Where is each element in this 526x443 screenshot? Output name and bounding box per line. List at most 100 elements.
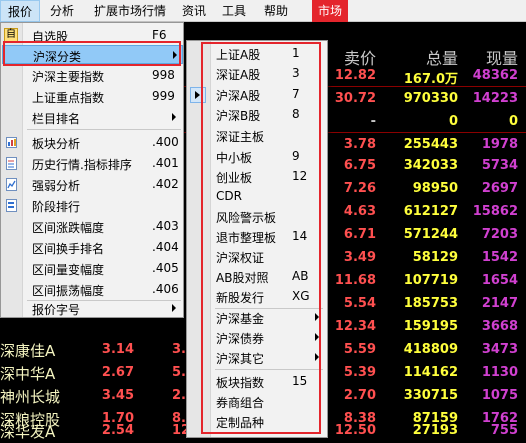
submenu-item-label: 板块指数 — [216, 376, 265, 390]
submenu-item-ab-compare[interactable]: AB股对照 AB — [188, 267, 327, 287]
submenu-item-label: 沪深债券 — [216, 332, 265, 346]
menu-item-range-volume[interactable]: 区间量变幅度 .405 — [2, 259, 183, 278]
current-volume: 1654 — [481, 273, 518, 288]
menu-item-font-size[interactable]: 报价字号 — [2, 299, 183, 318]
menu-item-self-selected[interactable]: 自 自选股 F6 — [2, 26, 183, 45]
menu-item-column-rank[interactable]: 栏目排名 — [2, 108, 183, 127]
submenu-item-sz-main[interactable]: 深证主板 — [188, 126, 327, 146]
total-volume: 159195 — [403, 319, 458, 334]
sell-price: 7.26 — [343, 181, 376, 196]
submenu-item-sh-a[interactable]: 上证A股 1 — [188, 44, 327, 64]
menu-separator — [215, 369, 323, 370]
sell-price: 30.72 — [334, 91, 376, 106]
total-volume: 114162 — [403, 365, 458, 380]
submenu-item-shortcut: 1 — [292, 46, 300, 60]
submenu-item-label: 退市整理板 — [216, 231, 277, 245]
sector-analysis-icon — [6, 137, 17, 148]
menu-extended-market[interactable]: 扩展市场行情 — [84, 0, 176, 22]
submenu-item-label: 沪深A股 — [216, 89, 261, 103]
submenu-item-risk-warning[interactable]: 风险警示板 — [188, 207, 327, 227]
submenu-arrow-icon — [315, 333, 319, 341]
submenu-item-label: 沪深B股 — [216, 109, 261, 123]
submenu-item-ipo[interactable]: 新股发行 XG — [188, 287, 327, 307]
menu-item-shortcut: .406 — [152, 282, 179, 296]
submenu-item-sme[interactable]: 中小板 9 — [188, 147, 327, 167]
menu-item-main-index[interactable]: 沪深主要指数 998 — [2, 66, 183, 85]
current-volume: 1075 — [481, 388, 518, 403]
selfselect-icon: 自 — [4, 28, 18, 42]
menu-item-range-oscillation[interactable]: 区间振荡幅度 .406 — [2, 280, 183, 299]
stock-price: 3.45 — [101, 388, 134, 403]
submenu-item-sz-a[interactable]: 深证A股 3 — [188, 64, 327, 84]
submenu-item-shortcut: 14 — [292, 229, 308, 243]
sell-price: 6.71 — [343, 227, 376, 242]
menu-item-sh-key-index[interactable]: 上证重点指数 999 — [2, 87, 183, 106]
total-volume: 342033 — [403, 158, 458, 173]
menu-item-shortcut: .405 — [152, 261, 179, 275]
submenu-item-others[interactable]: 沪深其它 — [188, 348, 327, 368]
menu-item-label: 区间振荡幅度 — [32, 284, 105, 298]
submenu-item-sector-index[interactable]: 板块指数 15 — [188, 372, 327, 392]
total-volume: 330715 — [403, 388, 458, 403]
submenu-item-warrants[interactable]: 沪深权证 — [188, 247, 327, 267]
menu-item-label: 沪深分类 — [33, 50, 82, 64]
menu-item-shortcut: 999 — [152, 89, 175, 103]
submenu-item-funds[interactable]: 沪深基金 — [188, 308, 327, 328]
menu-item-label: 沪深主要指数 — [32, 70, 105, 84]
total-volume: 98950 — [412, 181, 458, 196]
menu-item-label: 上证重点指数 — [32, 91, 105, 105]
stock-price: 2.54 — [101, 423, 134, 438]
sell-price: 12.82 — [334, 68, 376, 83]
submenu-item-bonds[interactable]: 沪深债券 — [188, 328, 327, 348]
history-icon — [6, 157, 17, 170]
sell-price: 4.63 — [343, 204, 376, 219]
sell-price: 5.59 — [343, 342, 376, 357]
stage-rank-icon — [6, 199, 17, 212]
submenu-item-shortcut: 9 — [292, 149, 300, 163]
menu-item-history[interactable]: 历史行情.指标排序 .401 — [2, 154, 183, 173]
menu-item-sector-analysis[interactable]: 板块分析 .400 — [2, 133, 183, 152]
menu-item-range-turnover[interactable]: 区间换手排名 .404 — [2, 238, 183, 257]
submenu-item-broker-portfolio[interactable]: 券商组合 — [188, 392, 327, 412]
submenu-item-label: 深证主板 — [216, 130, 265, 144]
total-volume: 27193 — [412, 423, 458, 438]
current-volume: 2147 — [481, 296, 518, 311]
menu-item-range-change[interactable]: 区间涨跌幅度 .403 — [2, 217, 183, 236]
submenu-item-chinext[interactable]: 创业板 12 — [188, 167, 327, 187]
menu-item-shortcut: .400 — [152, 135, 179, 149]
menu-news[interactable]: 资讯 — [176, 0, 212, 22]
submenu-item-cdr[interactable]: CDR — [188, 187, 327, 207]
sell-price: 3.49 — [343, 250, 376, 265]
sell-price: 2.70 — [343, 388, 376, 403]
submenu-item-hs-a[interactable]: 沪深A股 7 — [188, 85, 327, 105]
current-volume: 5734 — [481, 158, 518, 173]
submenu-item-label: AB股对照 — [216, 271, 269, 285]
submenu-arrow-icon — [172, 304, 176, 312]
menu-item-strength[interactable]: 强弱分析 .402 — [2, 175, 183, 194]
menu-analysis[interactable]: 分析 — [44, 0, 80, 22]
submenu-item-shortcut: XG — [292, 289, 310, 303]
menu-item-stage-rank[interactable]: 阶段排行 — [2, 196, 183, 215]
submenu-item-label: 沪深基金 — [216, 312, 265, 326]
menu-market[interactable]: 市场 — [312, 0, 348, 22]
menu-quote[interactable]: 报价 — [0, 0, 40, 22]
submenu-item-delisting[interactable]: 退市整理板 14 — [188, 227, 327, 247]
menu-tools[interactable]: 工具 — [216, 0, 252, 22]
menu-item-shortcut: F6 — [152, 28, 167, 42]
menu-help[interactable]: 帮助 — [258, 0, 294, 22]
total-volume: 970330 — [403, 91, 458, 106]
sell-price: 11.68 — [334, 273, 376, 288]
stock-name: 深华发A — [0, 423, 56, 441]
stock-name: 深康佳A — [0, 342, 56, 360]
total-volume: 185753 — [403, 296, 458, 311]
sell-price: 12.34 — [334, 319, 376, 334]
submenu-item-hs-b[interactable]: 沪深B股 8 — [188, 105, 327, 125]
submenu-item-label: 沪深权证 — [216, 251, 265, 265]
submenu-item-custom[interactable]: 定制品种 — [188, 412, 327, 432]
submenu-item-label: CDR — [216, 189, 242, 203]
menu-item-label: 强弱分析 — [32, 179, 81, 193]
menu-item-hs-category[interactable]: 沪深分类 — [2, 45, 183, 64]
sell-price: - — [370, 114, 376, 129]
current-volume: 3473 — [481, 342, 518, 357]
current-volume: 1978 — [481, 137, 518, 152]
